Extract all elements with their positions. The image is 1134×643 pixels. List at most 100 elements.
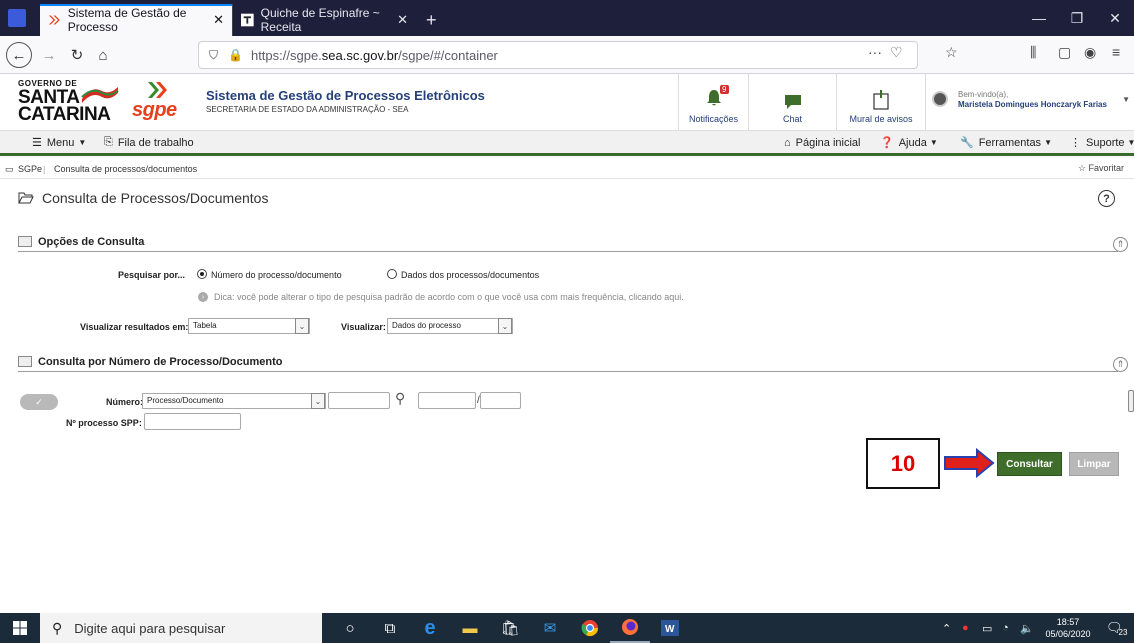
scroll-handle[interactable] xyxy=(1128,390,1134,412)
back-icon[interactable]: ← xyxy=(6,42,32,68)
new-tab-button[interactable]: + xyxy=(418,4,448,36)
search-icon[interactable]: ⚲ xyxy=(395,390,405,407)
section-list-icon xyxy=(18,356,32,367)
chrome-icon[interactable] xyxy=(570,613,610,643)
action-center-icon[interactable]: 🗨 23 xyxy=(1106,613,1127,643)
chat-button[interactable]: Chat xyxy=(748,74,836,130)
toggle-switch[interactable]: ✓ xyxy=(20,394,58,410)
star-icon: ☆ xyxy=(1077,163,1089,173)
inbox-icon: ⎘ xyxy=(104,136,113,148)
radio-data-label[interactable]: Dados dos processos/documentos xyxy=(401,270,539,280)
year-input[interactable] xyxy=(480,392,521,409)
view-select[interactable]: Dados do processo ⌄ xyxy=(387,318,513,334)
page-actions-icon[interactable]: ··· xyxy=(868,44,882,60)
cortana-icon[interactable]: ○ xyxy=(330,613,370,643)
tip-text[interactable]: › Dica: você pode alterar o tipo de pesq… xyxy=(198,292,684,302)
house-icon: ⌂ xyxy=(784,136,791,149)
collapse-icon[interactable]: ⇑ xyxy=(1113,357,1128,372)
active-tab-indicator xyxy=(40,4,232,6)
home-page-link[interactable]: ⌂ Página inicial xyxy=(784,131,860,154)
notifications-button[interactable]: 9 Notificações xyxy=(678,74,748,130)
number-type-select[interactable]: Processo/Documento ⌄ xyxy=(142,393,326,409)
breadcrumb-root[interactable]: SGPe xyxy=(18,164,42,174)
shield-icon[interactable]: ⛉ xyxy=(209,48,218,63)
spp-input[interactable] xyxy=(144,413,241,430)
radio-data[interactable] xyxy=(387,269,397,279)
network-warning-icon[interactable]: ● xyxy=(962,613,969,643)
organ-input[interactable] xyxy=(328,392,390,409)
clock[interactable]: 18:57 05/06/2020 xyxy=(1039,616,1097,640)
favorite-link[interactable]: ☆ Favoritar xyxy=(1078,163,1124,174)
clear-button[interactable]: Limpar xyxy=(1069,452,1119,476)
lock-icon[interactable]: 🔒 xyxy=(228,48,243,62)
view-label: Visualizar: xyxy=(341,322,386,332)
file-explorer-icon[interactable]: ▬ xyxy=(450,613,490,643)
account-icon[interactable]: ◉ xyxy=(1084,44,1096,61)
chevron-down-icon: ▼ xyxy=(1122,95,1130,104)
radio-number[interactable] xyxy=(197,269,207,279)
vertical-ellipsis-icon: ⋮ xyxy=(1070,137,1081,149)
mural-button[interactable]: Mural de avisos xyxy=(836,74,925,130)
help-menu[interactable]: ❓ Ajuda ▼ xyxy=(880,131,938,154)
tray-chevron-icon[interactable]: ⌃ xyxy=(942,613,951,643)
task-view-icon[interactable]: ⧉ xyxy=(370,613,410,643)
section-list-icon xyxy=(18,236,32,247)
mail-icon[interactable]: ✉ xyxy=(530,613,570,643)
tab-sgpe[interactable]: Sistema de Gestão de Processo ✕ xyxy=(40,4,232,36)
battery-icon[interactable]: ▭ xyxy=(982,613,992,643)
library-icon[interactable]: ⫼ xyxy=(1030,44,1036,61)
word-icon[interactable]: W xyxy=(650,613,690,643)
menu-bar: ☰ Menu ▼ ⎘ Fila de trabalho ⌂ Página ini… xyxy=(0,130,1134,156)
sgpe-favicon-icon xyxy=(48,15,60,25)
edge-icon[interactable]: e xyxy=(410,613,450,643)
restore-icon[interactable]: ❐ xyxy=(1058,0,1096,36)
chevron-down-icon: ⌄ xyxy=(311,393,325,409)
firefox-icon[interactable] xyxy=(610,613,650,643)
menu-dropdown[interactable]: ☰ Menu ▼ xyxy=(32,131,86,154)
arrow-right-circle-icon: › xyxy=(198,292,208,302)
caret-down-icon: ▼ xyxy=(929,138,938,147)
red-arrow-icon xyxy=(944,448,995,478)
user-menu[interactable]: Bem-vindo(a), Maristela Domingues Honcza… xyxy=(925,74,1134,130)
volume-icon[interactable]: 🔈 xyxy=(1020,613,1034,643)
caret-down-icon: ▼ xyxy=(78,138,87,147)
hamburger-menu-icon[interactable]: ≡ xyxy=(1112,44,1120,60)
hamburger-icon: ☰ xyxy=(32,137,42,149)
minimize-icon[interactable]: — xyxy=(1020,0,1058,36)
consult-button[interactable]: Consultar xyxy=(997,452,1062,476)
sgpe-logo[interactable]: sgpe xyxy=(128,82,190,126)
chevron-down-icon: ⌄ xyxy=(498,318,512,334)
windows-start-icon[interactable] xyxy=(0,613,40,643)
close-tab-icon[interactable]: ✕ xyxy=(397,12,408,28)
help-icon[interactable]: ? xyxy=(1098,190,1115,207)
chat-icon xyxy=(784,95,801,109)
taskbar-search[interactable]: ⚲ Digite aqui para pesquisar xyxy=(40,613,322,643)
radio-number-label[interactable]: Número do processo/documento xyxy=(211,270,342,280)
bookmark-star-icon[interactable]: ☆ xyxy=(945,44,958,61)
home-icon[interactable]: ⌂ xyxy=(90,42,116,68)
browser-menu-icon[interactable] xyxy=(8,9,26,27)
options-section-header: Opções de Consulta ⇑ xyxy=(18,234,1128,252)
work-queue-link[interactable]: ⎘ Fila de trabalho xyxy=(104,131,194,154)
pocket-icon[interactable]: ♡ xyxy=(890,44,903,61)
reload-icon[interactable]: ↻ xyxy=(64,42,90,68)
browser-tab-bar: Sistema de Gestão de Processo ✕ Quiche d… xyxy=(0,0,1134,36)
close-window-icon[interactable]: ✕ xyxy=(1096,0,1134,36)
santa-catarina-logo[interactable]: GOVERNO DE SANTA CATARINA xyxy=(18,79,123,125)
system-title: Sistema de Gestão de Processos Eletrônic… xyxy=(206,88,485,103)
sidebar-icon[interactable]: ▢ xyxy=(1058,44,1071,61)
tab-quiche[interactable]: Quiche de Espinafre ~ Receita ✕ xyxy=(232,4,416,36)
tab-label: Quiche de Espinafre ~ Receita xyxy=(260,6,380,34)
number-input[interactable] xyxy=(418,392,476,409)
wifi-icon[interactable]: ◔ xyxy=(1002,613,1009,643)
forward-icon[interactable]: → xyxy=(36,42,62,68)
url-text[interactable]: https://sgpe.sea.sc.gov.br/sgpe/#/contai… xyxy=(251,48,498,63)
collapse-icon[interactable]: ⇑ xyxy=(1113,237,1128,252)
view-results-select[interactable]: Tabela ⌄ xyxy=(188,318,310,334)
store-icon[interactable]: 🛍 xyxy=(490,613,530,643)
caret-down-icon: ▼ xyxy=(1044,138,1052,147)
url-bar[interactable]: ⛉ 🔒 https://sgpe.sea.sc.gov.br/sgpe/#/co… xyxy=(198,41,918,69)
support-menu[interactable]: ⋮ Suporte ▼ xyxy=(1070,131,1134,154)
close-tab-icon[interactable]: ✕ xyxy=(213,12,224,28)
tools-menu[interactable]: 🔧 Ferramentas ▼ xyxy=(960,131,1052,154)
